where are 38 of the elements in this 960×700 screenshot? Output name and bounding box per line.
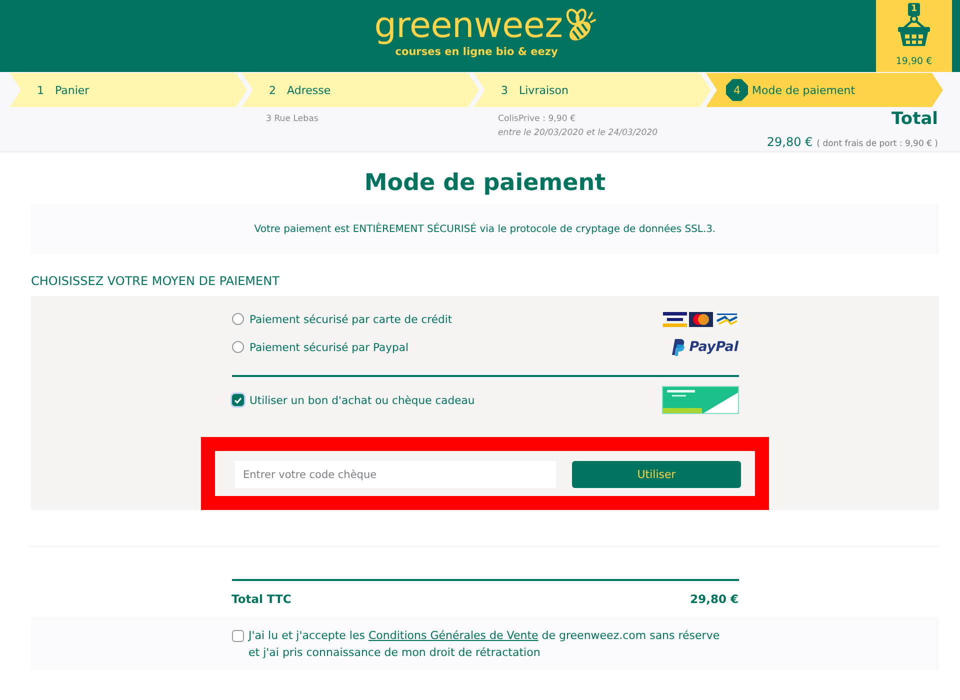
step-detail: 3 Rue Lebas (266, 114, 320, 125)
step-tab[interactable]: 2 Adresse (242, 73, 479, 107)
page-title: Mode de paiement (363, 169, 607, 198)
brand-tagline: courses en ligne bio & eezy (395, 45, 558, 59)
shipping-note: ( dont frais de port : 9,90 € ) (816, 139, 938, 149)
option-label[interactable]: Utiliser un bon d'achat ou chèque cadeau (250, 394, 475, 406)
terms-link[interactable]: Conditions Générales de Vente (368, 629, 538, 642)
gift-card-icon (662, 386, 738, 414)
logo-text: PayPal (689, 339, 738, 355)
check-icon (234, 396, 242, 404)
cart-button[interactable]: 1 19,90 € (876, 0, 952, 72)
circles-card-icon (688, 312, 712, 326)
option-label[interactable]: Paiement sécurisé par Paypal (250, 340, 408, 354)
terms-text: J'ai lu et j'accepte les Conditions Générales de Vente de greenweez.com sans réserve et j'ai pris connaissance de mon droit de rétractation (248, 628, 721, 661)
brand-logo: greenweez (374, 7, 563, 45)
step-tab[interactable]: 4 Mode de paiement (706, 73, 943, 107)
step-tab[interactable]: 1 Panier (10, 73, 247, 107)
option-label[interactable]: Paiement sécurisé par carte de crédit (250, 312, 452, 326)
step-detail: ColisPrive : 9,90 € (498, 114, 577, 125)
delivery-date-note: entre le 20/03/2020 et le 24/03/2020 (498, 128, 659, 139)
total-value: 29,80 € (690, 592, 738, 606)
total-label: Total TTC (232, 592, 292, 606)
security-notice: Votre paiement est ENTIÈREMENT SÉCURISÉ via le protocole de cryptage de données SSL.3. (31, 204, 939, 254)
checkbox[interactable] (232, 630, 244, 642)
voucher-code-field[interactable]: Entrer votre code chèque (235, 461, 556, 488)
radio-button[interactable] (232, 313, 244, 325)
total-title: Total (892, 108, 938, 130)
total-amount: 29,80 € (766, 135, 813, 149)
use-button[interactable]: Utiliser (572, 461, 741, 488)
striped-card-icon (662, 312, 686, 326)
basket-icon (897, 15, 931, 47)
step-tab[interactable]: 3 Livraison (474, 73, 711, 107)
wave-card-icon (714, 312, 738, 326)
monogram-icon (670, 338, 686, 356)
cart-count-badge: 1 (908, 3, 920, 16)
checkbox[interactable] (232, 394, 244, 406)
section-heading: CHOISISSEZ VOTRE MOYEN DE PAIEMENT (31, 274, 280, 288)
radio-button[interactable] (232, 341, 244, 353)
